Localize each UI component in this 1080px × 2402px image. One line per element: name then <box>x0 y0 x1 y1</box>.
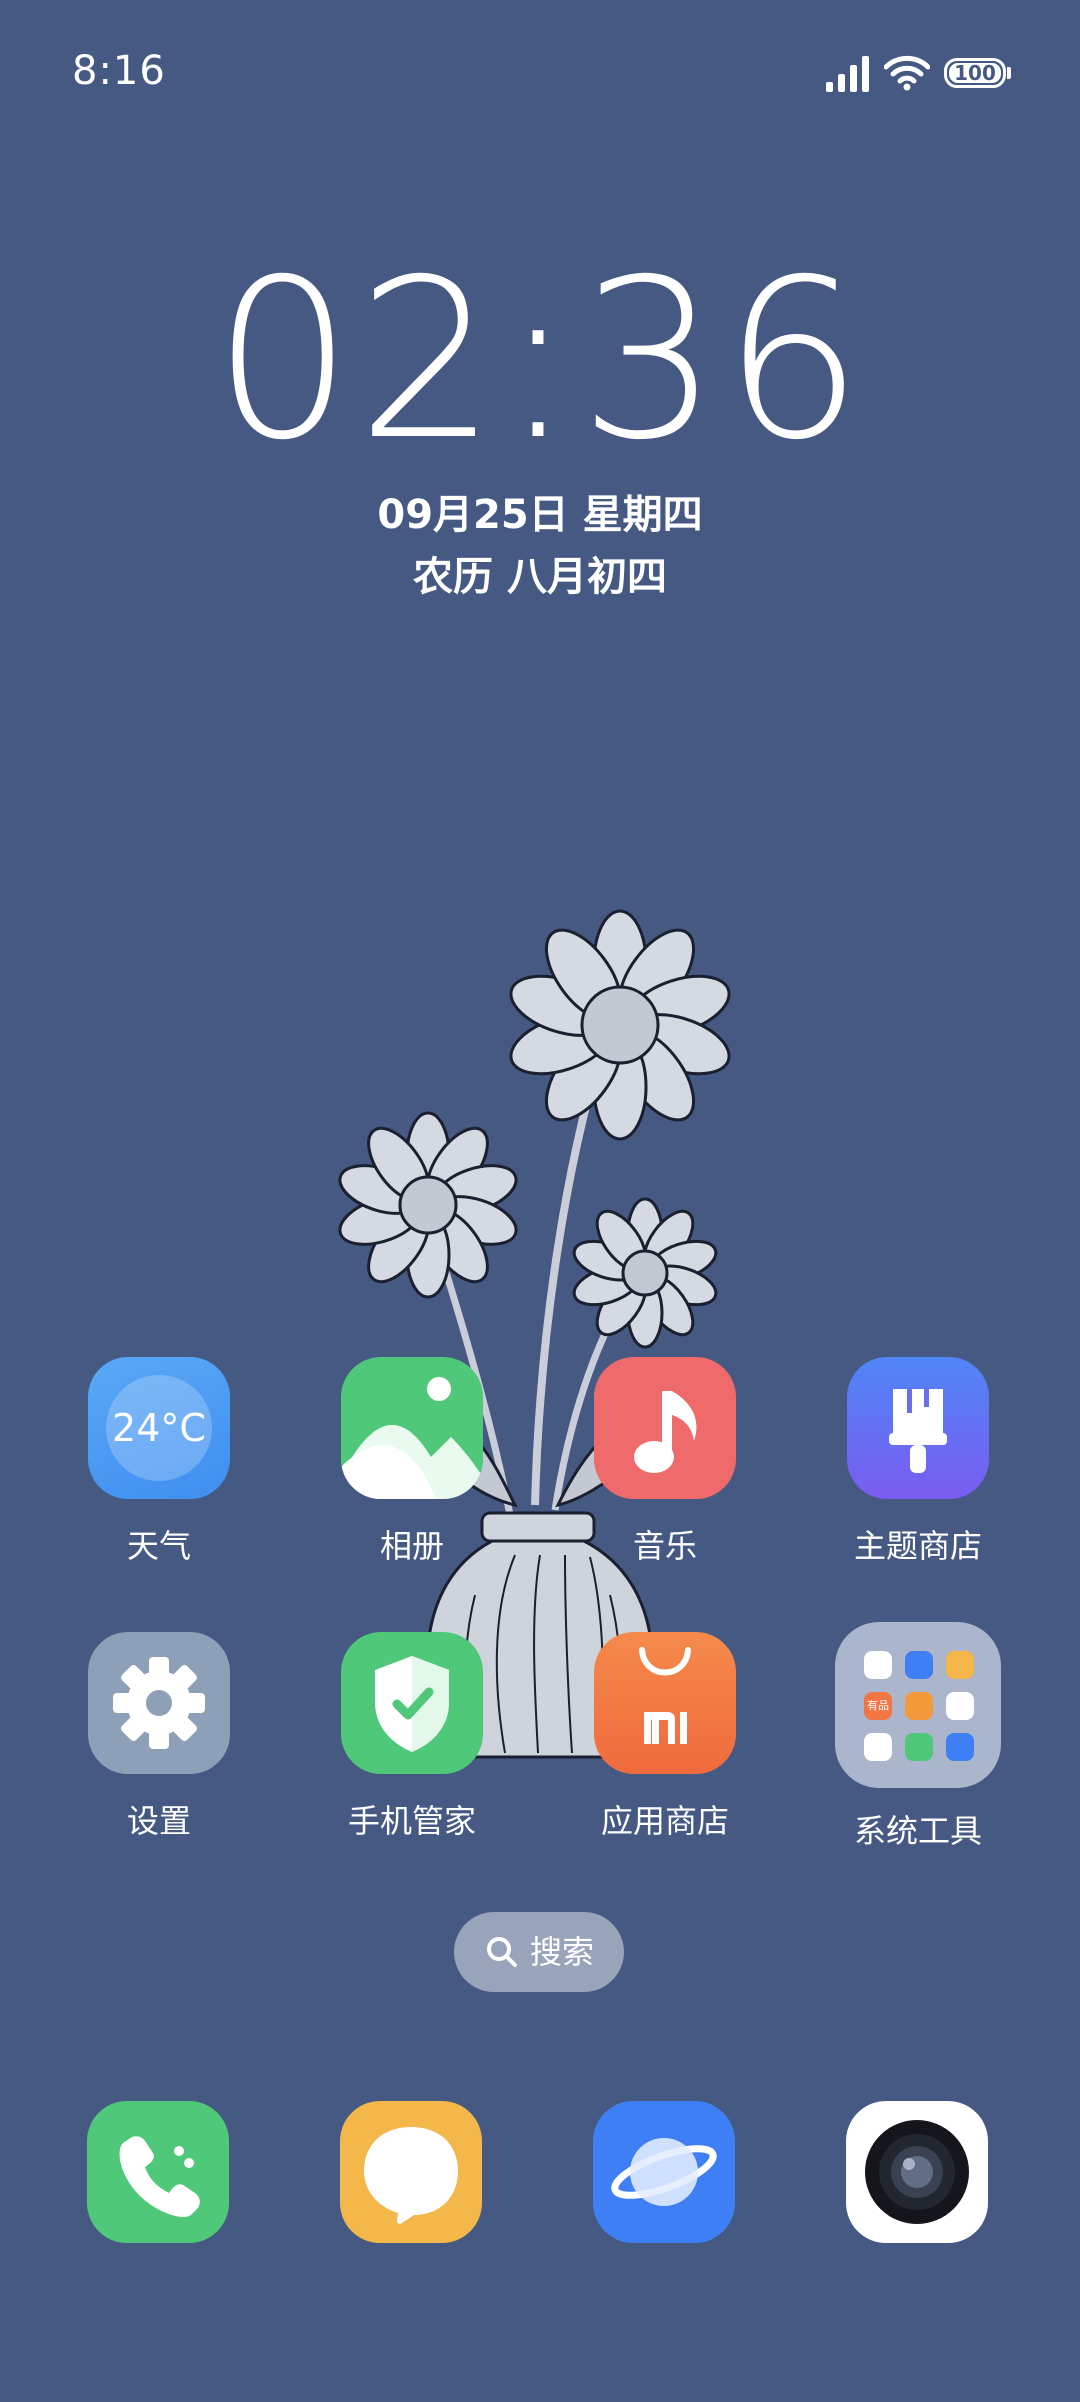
app-label-gallery: 相册 <box>379 1527 444 1565</box>
app-folder-system-tools[interactable]: 有品 系统工具 <box>828 1622 1008 1852</box>
weather-temperature: 24°C <box>112 1406 206 1450</box>
settings-icon <box>88 1632 230 1774</box>
mini-scanner-icon <box>864 1733 892 1761</box>
mini-transfer-icon <box>946 1692 974 1720</box>
app-settings[interactable]: 设置 <box>69 1632 249 1842</box>
app-music[interactable]: 音乐 <box>575 1357 755 1567</box>
app-weather[interactable]: 24°C 天气 <box>69 1357 249 1567</box>
weather-icon: 24°C <box>88 1357 230 1499</box>
app-themes[interactable]: 主题商店 <box>828 1357 1008 1567</box>
search-icon <box>487 1937 517 1967</box>
app-label-themes: 主题商店 <box>853 1527 982 1565</box>
app-label-app-store: 应用商店 <box>600 1802 729 1840</box>
app-gallery[interactable]: 相册 <box>322 1357 502 1567</box>
battery-level: 100 <box>954 61 996 85</box>
app-store-icon <box>594 1632 736 1774</box>
mini-game-icon <box>905 1692 933 1720</box>
app-label-weather: 天气 <box>126 1527 191 1565</box>
mini-recorder-icon <box>905 1733 933 1761</box>
folder-icon: 有品 <box>835 1622 1001 1788</box>
app-app-store[interactable]: 应用商店 <box>575 1632 755 1842</box>
clock-widget-lunar-date: 农历 八月初四 <box>413 554 667 600</box>
battery-tip <box>1007 67 1011 79</box>
themes-icon <box>847 1357 989 1499</box>
search-label: 搜索 <box>530 1933 595 1971</box>
app-security[interactable]: 手机管家 <box>322 1632 502 1842</box>
clock-widget-date: 09月25日 星期四 <box>377 492 703 538</box>
music-icon <box>594 1357 736 1499</box>
security-icon <box>341 1632 483 1774</box>
battery-icon: 100 <box>944 58 1006 88</box>
phone-icon[interactable] <box>87 2101 229 2243</box>
mini-wallet-icon <box>864 1651 892 1679</box>
app-label-settings: 设置 <box>126 1802 191 1840</box>
gallery-icon <box>341 1357 483 1499</box>
mini-notes-icon <box>946 1651 974 1679</box>
app-label-system-tools: 系统工具 <box>853 1812 982 1850</box>
clock-widget-time[interactable]: 02:36 <box>0 230 1080 490</box>
browser-icon[interactable] <box>593 2101 735 2243</box>
messages-icon[interactable] <box>340 2101 482 2243</box>
mini-browser-icon <box>905 1651 933 1679</box>
signal-icon <box>826 56 869 92</box>
status-time: 8:16 <box>72 48 166 94</box>
app-label-music: 音乐 <box>632 1527 697 1565</box>
camera-icon[interactable] <box>846 2101 988 2243</box>
app-label-security: 手机管家 <box>347 1802 476 1840</box>
search-button[interactable]: 搜索 <box>454 1912 624 1992</box>
mini-youpin-icon: 有品 <box>864 1692 892 1720</box>
mini-clock-icon <box>946 1733 974 1761</box>
wifi-icon <box>884 55 930 91</box>
